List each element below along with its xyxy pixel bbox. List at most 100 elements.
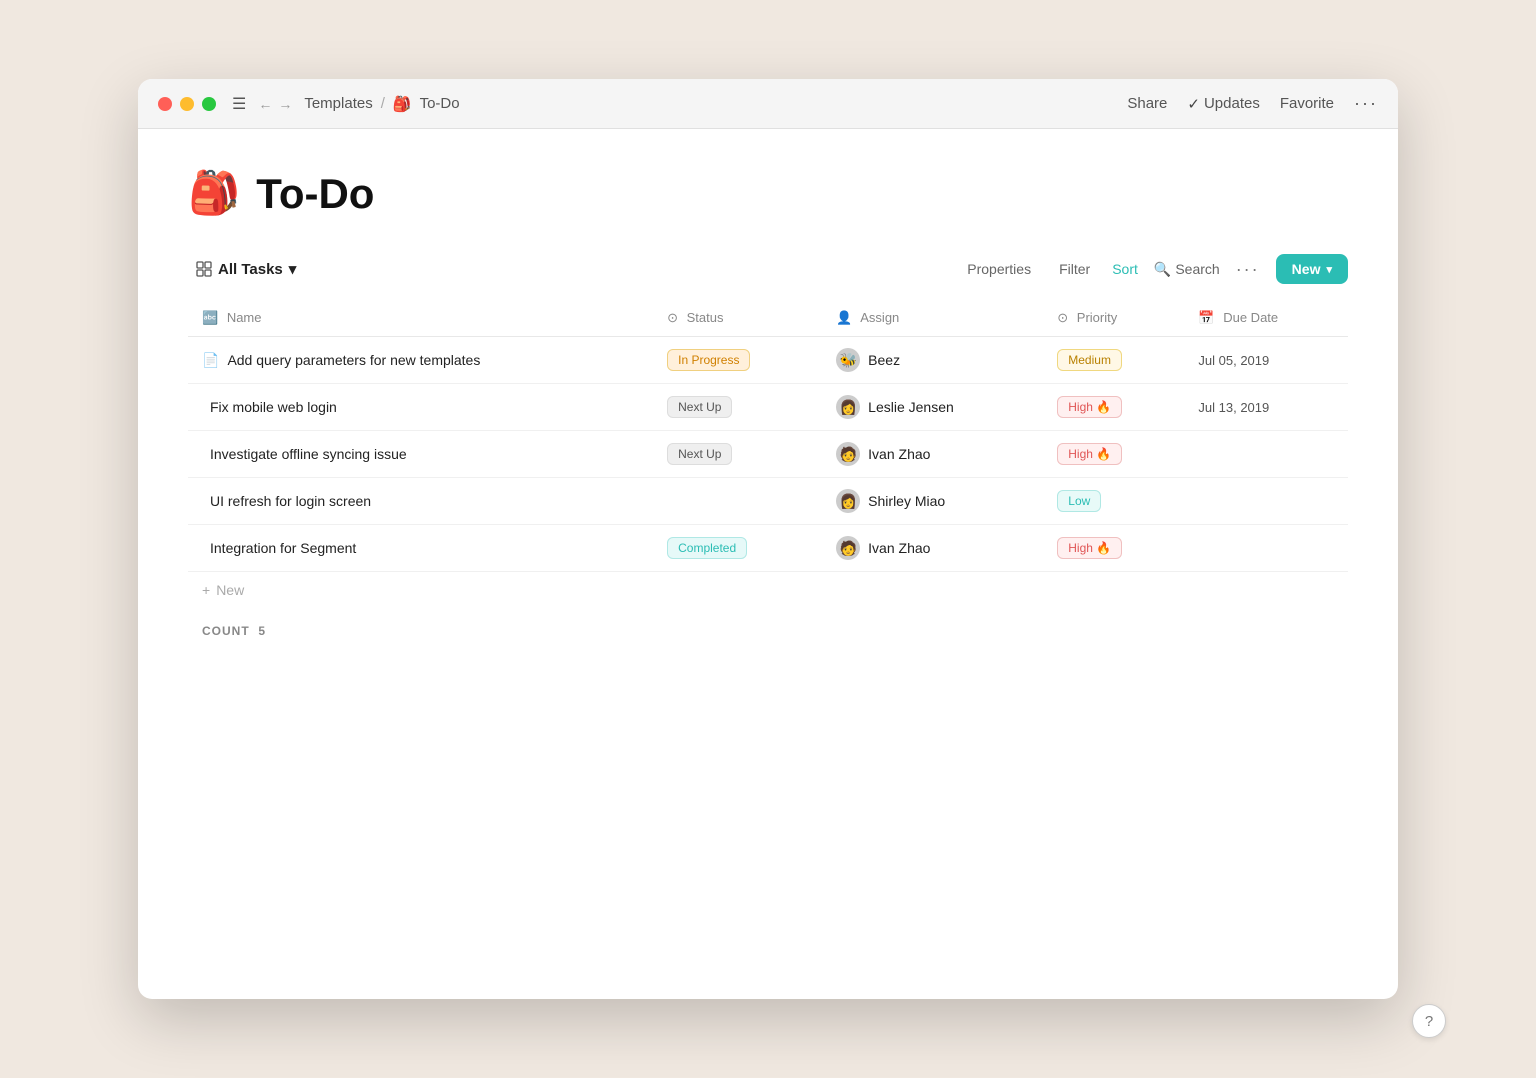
task-status-cell[interactable]: Next Up xyxy=(653,384,822,431)
count-value: 5 xyxy=(258,624,266,638)
avatar: 🧑 xyxy=(836,442,860,466)
task-name-cell: UI refresh for login screen xyxy=(188,478,653,525)
add-new-row[interactable]: + New xyxy=(188,572,1348,608)
assignee-name: Ivan Zhao xyxy=(868,540,930,556)
table-header: 🔤 Name ⊙ Status 👤 Assign ⊙ Priority xyxy=(188,300,1348,337)
search-label: Search xyxy=(1175,261,1219,277)
due-date: Jul 13, 2019 xyxy=(1198,400,1269,415)
task-name-text: Integration for Segment xyxy=(210,540,356,556)
breadcrumb-sep: / xyxy=(381,95,385,112)
all-tasks-button[interactable]: All Tasks ▾ xyxy=(188,256,304,282)
table-body: 📄Add query parameters for new templatesI… xyxy=(188,337,1348,572)
task-priority-cell[interactable]: Medium xyxy=(1043,337,1184,384)
check-icon: ✓ xyxy=(1187,95,1200,113)
new-chevron-icon: ▾ xyxy=(1326,263,1332,276)
more-button[interactable]: ··· xyxy=(1354,93,1378,114)
favorite-button[interactable]: Favorite xyxy=(1280,95,1334,112)
table-row[interactable]: Fix mobile web login Next Up 👩 Leslie Jense… xyxy=(188,384,1348,431)
breadcrumb: Templates / 🎒 To-Do xyxy=(304,95,459,113)
priority-badge: Medium xyxy=(1057,349,1122,371)
titlebar-actions: Share ✓ Updates Favorite ··· xyxy=(1127,93,1378,114)
task-name-text: UI refresh for login screen xyxy=(210,493,371,509)
task-priority-cell[interactable]: High 🔥 xyxy=(1043,431,1184,478)
assignee-name: Ivan Zhao xyxy=(868,446,930,462)
page-emoji: 🎒 xyxy=(188,169,240,218)
task-assign-cell[interactable]: 🧑 Ivan Zhao xyxy=(822,431,1043,478)
close-button[interactable] xyxy=(158,97,172,111)
task-due-date-cell: Jul 05, 2019 xyxy=(1184,337,1348,384)
updates-label: Updates xyxy=(1204,95,1260,112)
new-label: New xyxy=(1292,261,1321,277)
task-due-date-cell xyxy=(1184,478,1348,525)
toolbar: All Tasks ▾ Properties Filter Sort 🔍 Sea… xyxy=(188,254,1348,284)
col-status: ⊙ Status xyxy=(653,300,822,337)
task-icon: 📄 xyxy=(202,352,219,369)
sort-button[interactable]: Sort xyxy=(1112,261,1138,277)
plus-icon: + xyxy=(202,582,210,598)
task-status-cell[interactable]: In Progress xyxy=(653,337,822,384)
status-badge: Next Up xyxy=(667,396,732,418)
minimize-button[interactable] xyxy=(180,97,194,111)
task-assign-cell[interactable]: 🧑Ivan Zhao xyxy=(822,525,1043,572)
table-row[interactable]: Investigate offline syncing issueNext Up… xyxy=(188,431,1348,478)
task-name-cell: Investigate offline syncing issue xyxy=(188,431,653,478)
table-row[interactable]: Integration for Segment Completed 🧑Ivan Zh… xyxy=(188,525,1348,572)
col-priority: ⊙ Priority xyxy=(1043,300,1184,337)
task-status-cell[interactable]: Next Up xyxy=(653,431,822,478)
due-date: Jul 05, 2019 xyxy=(1198,353,1269,368)
traffic-lights xyxy=(158,97,216,111)
task-priority-cell[interactable]: High 🔥 xyxy=(1043,525,1184,572)
task-due-date-cell: Jul 13, 2019 xyxy=(1184,384,1348,431)
avatar: 👩 xyxy=(836,489,860,513)
breadcrumb-parent[interactable]: Templates xyxy=(304,95,372,112)
col-due-date: 📅 Due Date xyxy=(1184,300,1348,337)
task-name-text: Fix mobile web login xyxy=(210,399,337,415)
filter-button[interactable]: Filter xyxy=(1053,257,1096,281)
task-status-cell[interactable] xyxy=(653,478,822,525)
task-assign-cell[interactable]: 🐝Beez xyxy=(822,337,1043,384)
task-assign-cell[interactable]: 👩 Shirley Miao xyxy=(822,478,1043,525)
task-priority-cell[interactable]: Low xyxy=(1043,478,1184,525)
properties-button[interactable]: Properties xyxy=(961,257,1037,281)
task-name-cell: Fix mobile web login xyxy=(188,384,653,431)
assignee-name: Leslie Jensen xyxy=(868,399,954,415)
person-icon: 👤 xyxy=(836,310,852,325)
priority-badge: High 🔥 xyxy=(1057,443,1122,465)
status-badge: Completed xyxy=(667,537,747,559)
chevron-down-icon: ▾ xyxy=(289,260,297,278)
priority-badge: Low xyxy=(1057,490,1101,512)
calendar-icon: 📅 xyxy=(1198,310,1214,325)
search-button[interactable]: 🔍 Search xyxy=(1154,261,1220,278)
all-tasks-label: All Tasks xyxy=(218,261,283,278)
new-button[interactable]: New ▾ xyxy=(1276,254,1348,284)
circle-icon: ⊙ xyxy=(667,310,678,325)
toolbar-more-button[interactable]: ··· xyxy=(1236,259,1260,280)
breadcrumb-emoji: 🎒 xyxy=(393,95,412,113)
text-icon: 🔤 xyxy=(202,310,218,325)
priority-badge: High 🔥 xyxy=(1057,396,1122,418)
col-name: 🔤 Name xyxy=(188,300,653,337)
forward-arrow[interactable]: → xyxy=(278,96,292,112)
help-button[interactable]: ? xyxy=(1412,1004,1446,1038)
assignee-name: Shirley Miao xyxy=(868,493,945,509)
breadcrumb-current[interactable]: To-Do xyxy=(420,95,460,112)
table-row[interactable]: 📄Add query parameters for new templatesI… xyxy=(188,337,1348,384)
back-arrow[interactable]: ← xyxy=(258,96,272,112)
avatar: 👩 xyxy=(836,395,860,419)
avatar: 🐝 xyxy=(836,348,860,372)
task-status-cell[interactable]: Completed xyxy=(653,525,822,572)
task-name-cell: Integration for Segment xyxy=(188,525,653,572)
updates-button[interactable]: ✓ Updates xyxy=(1187,95,1259,113)
priority-badge: High 🔥 xyxy=(1057,537,1122,559)
table-row[interactable]: UI refresh for login screen 👩 Shirley Miao… xyxy=(188,478,1348,525)
app-window: ☰ ← → Templates / 🎒 To-Do Share ✓ Update… xyxy=(138,79,1398,999)
menu-icon[interactable]: ☰ xyxy=(232,94,246,114)
task-priority-cell[interactable]: High 🔥 xyxy=(1043,384,1184,431)
share-button[interactable]: Share xyxy=(1127,95,1167,112)
task-assign-cell[interactable]: 👩 Leslie Jensen xyxy=(822,384,1043,431)
main-content: 🎒 To-Do All Tasks ▾ Properties xyxy=(138,129,1398,999)
page-title-row: 🎒 To-Do xyxy=(188,169,1348,218)
add-new-label: New xyxy=(216,582,244,598)
fullscreen-button[interactable] xyxy=(202,97,216,111)
toolbar-right: Properties Filter Sort 🔍 Search ··· New … xyxy=(961,254,1348,284)
